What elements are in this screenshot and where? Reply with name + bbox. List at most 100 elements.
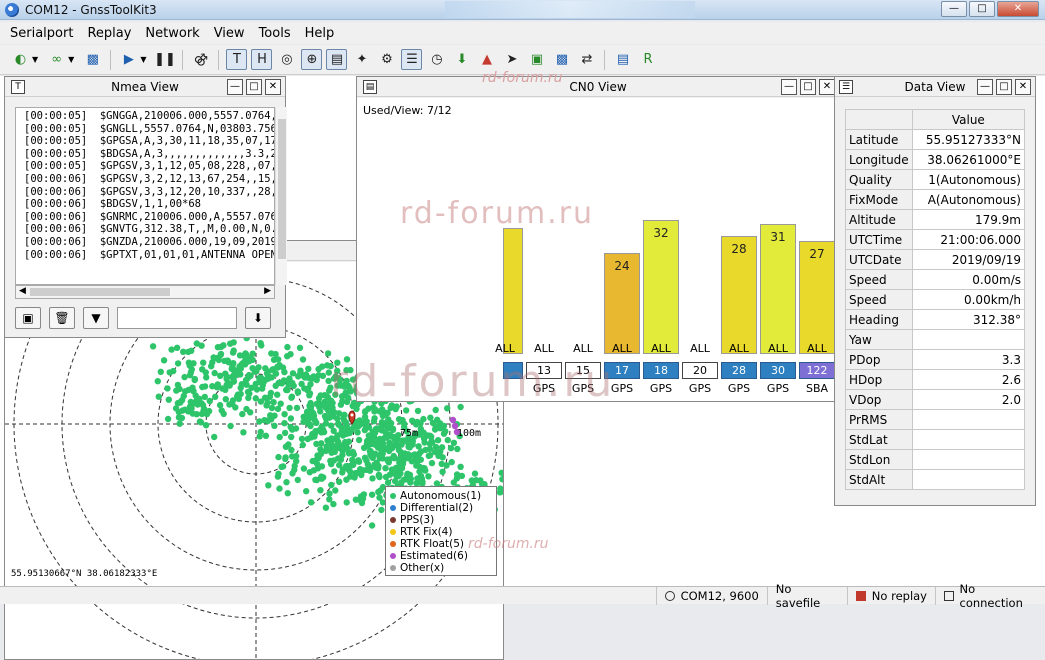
menu-help[interactable]: Help (305, 26, 335, 41)
gauge-icon[interactable]: ◷ (426, 49, 447, 70)
map-point (297, 371, 305, 378)
green-square-icon[interactable]: ▣ (526, 49, 547, 70)
map-point (245, 394, 252, 402)
panel-minimize-button[interactable]: — (781, 79, 797, 95)
map-point (307, 499, 315, 506)
nmea-filter-input[interactable] (117, 307, 237, 329)
panel-minimize-button[interactable]: — (977, 79, 993, 95)
ring-label-75m: 75m (400, 428, 418, 439)
map-point (313, 440, 320, 448)
map-point (263, 376, 270, 383)
menu-network[interactable]: Network (145, 26, 199, 41)
antenna-icon[interactable]: ⚣ (190, 49, 211, 70)
nmea-line: [00:00:06] $GNVTG,312.38,T,,M,0.00,N,0.0… (24, 223, 275, 236)
panel-close-button[interactable]: ✕ (1015, 79, 1031, 95)
map-point (378, 506, 385, 514)
nmea-vertical-scroll-thumb[interactable] (278, 119, 286, 259)
map-point (240, 429, 247, 436)
data-row: HDop 2.6 (845, 369, 1026, 390)
ok-icon[interactable]: ▩ (551, 49, 572, 70)
map-point (282, 443, 290, 450)
data-key: Speed (845, 269, 913, 290)
replay-stop-icon (855, 590, 866, 601)
signal-wave-icon[interactable]: ∞ (46, 49, 67, 70)
export-download-icon[interactable]: ⬇ (245, 307, 271, 329)
nmea-horizontal-scroll-thumb[interactable] (30, 288, 170, 296)
map-point (342, 442, 350, 449)
legend-dot-icon (390, 517, 396, 523)
map-point (425, 452, 432, 460)
data-row: Altitude 179.9m (845, 209, 1026, 230)
cn0-chart-icon[interactable]: ▤ (326, 49, 348, 70)
minimize-button[interactable]: — (941, 1, 967, 17)
map-point (303, 488, 310, 495)
maximize-button[interactable]: □ (969, 1, 995, 17)
nmea-line: [00:00:06] $GPGSV,3,3,12,20,10,337,,28,7… (24, 185, 275, 198)
north-arrow-icon[interactable]: ▲ (476, 49, 497, 70)
text-view-icon[interactable]: T (226, 49, 248, 70)
nmea-text-area[interactable]: [00:00:05] $GNGGA,210006.000,5557.0764,N… (15, 107, 275, 285)
status-bar: COM12, 9600 No savefile No replay No con… (0, 582, 1045, 610)
target-icon[interactable]: ⊕ (301, 49, 323, 70)
skyview-icon[interactable]: ◎ (276, 49, 297, 70)
panel-maximize-button[interactable]: □ (800, 79, 816, 95)
nmea-line: [00:00:06] $GPGSV,3,2,12,13,67,254,,15,3… (24, 172, 275, 185)
pause-icon[interactable]: ❚❚ (154, 49, 176, 70)
data-key: StdLat (845, 429, 913, 450)
play-dropdown-arrow[interactable]: ▼ (140, 55, 146, 64)
map-point (405, 443, 412, 450)
panel-minimize-button[interactable]: — (227, 79, 243, 95)
satellite-dish-icon[interactable]: ➤ (501, 49, 522, 70)
data-key: Longitude (845, 149, 913, 170)
map-point (330, 435, 337, 443)
map-point (306, 402, 313, 410)
transfer-icon[interactable]: ⇄ (576, 49, 597, 70)
watermark-medium: rd-forum.ru (400, 196, 595, 231)
download-icon[interactable]: ⬇ (451, 49, 472, 70)
menu-view[interactable]: View (214, 26, 245, 41)
play-icon[interactable]: ▶ (118, 49, 139, 70)
nmea-vertical-scrollbar[interactable] (275, 107, 287, 285)
save-icon[interactable]: ▩ (82, 49, 103, 70)
map-point (289, 426, 296, 433)
serial-dropdown-arrow[interactable]: ▼ (32, 55, 38, 64)
data-key: FixMode (845, 189, 913, 210)
panel-close-button[interactable]: ✕ (819, 79, 835, 95)
data-panel-icon: ☰ (839, 79, 853, 94)
panel-maximize-button[interactable]: □ (246, 79, 262, 95)
filter-icon[interactable]: ▼ (83, 307, 109, 329)
satellite-system-label: GPS (649, 382, 673, 395)
map-point (222, 396, 229, 403)
scroll-right-icon[interactable]: ▶ (264, 286, 271, 296)
map-point (212, 393, 219, 400)
serial-connect-icon[interactable]: ◐ (10, 49, 31, 70)
signal-dropdown-arrow[interactable]: ▼ (68, 55, 74, 64)
hex-view-icon[interactable]: H (251, 49, 273, 70)
map-point (499, 476, 503, 483)
nmea-line: [00:00:06] $BDGSV,1,1,00*68 (24, 198, 202, 211)
satellite-icon[interactable]: ✦ (351, 49, 372, 70)
map-point (285, 378, 292, 385)
status-savefile: No savefile (766, 582, 847, 610)
nmea-line: [00:00:05] $GNGGA,210006.000,5557.0764,N… (24, 110, 275, 122)
menu-serialport[interactable]: Serialport (10, 26, 73, 41)
data-key: StdAlt (845, 469, 913, 490)
r-icon[interactable]: R (637, 49, 658, 70)
panel-close-button[interactable]: ✕ (265, 79, 281, 95)
data-row: StdLat (845, 429, 1026, 450)
map-point (230, 339, 237, 346)
trash-icon[interactable]: 🗑 (49, 307, 75, 329)
legend-dot-icon (390, 565, 396, 571)
pin-icon[interactable]: ▣ (15, 307, 41, 329)
scroll-left-icon[interactable]: ◀ (19, 286, 26, 296)
menu-tools[interactable]: Tools (259, 26, 291, 41)
nmea-line: [00:00:06] $GPTXT,01,01,01,ANTENNA OPEN*… (24, 248, 275, 261)
layout-icon[interactable]: ▤ (612, 49, 633, 70)
menu-replay[interactable]: Replay (87, 26, 131, 41)
settings-icon[interactable]: ⚙ (376, 49, 397, 70)
list-icon[interactable]: ☰ (401, 49, 423, 70)
map-point (351, 474, 358, 481)
panel-maximize-button[interactable]: □ (996, 79, 1012, 95)
close-button[interactable]: ✕ (997, 1, 1039, 17)
nmea-horizontal-scrollbar[interactable]: ◀ ▶ (15, 285, 275, 299)
